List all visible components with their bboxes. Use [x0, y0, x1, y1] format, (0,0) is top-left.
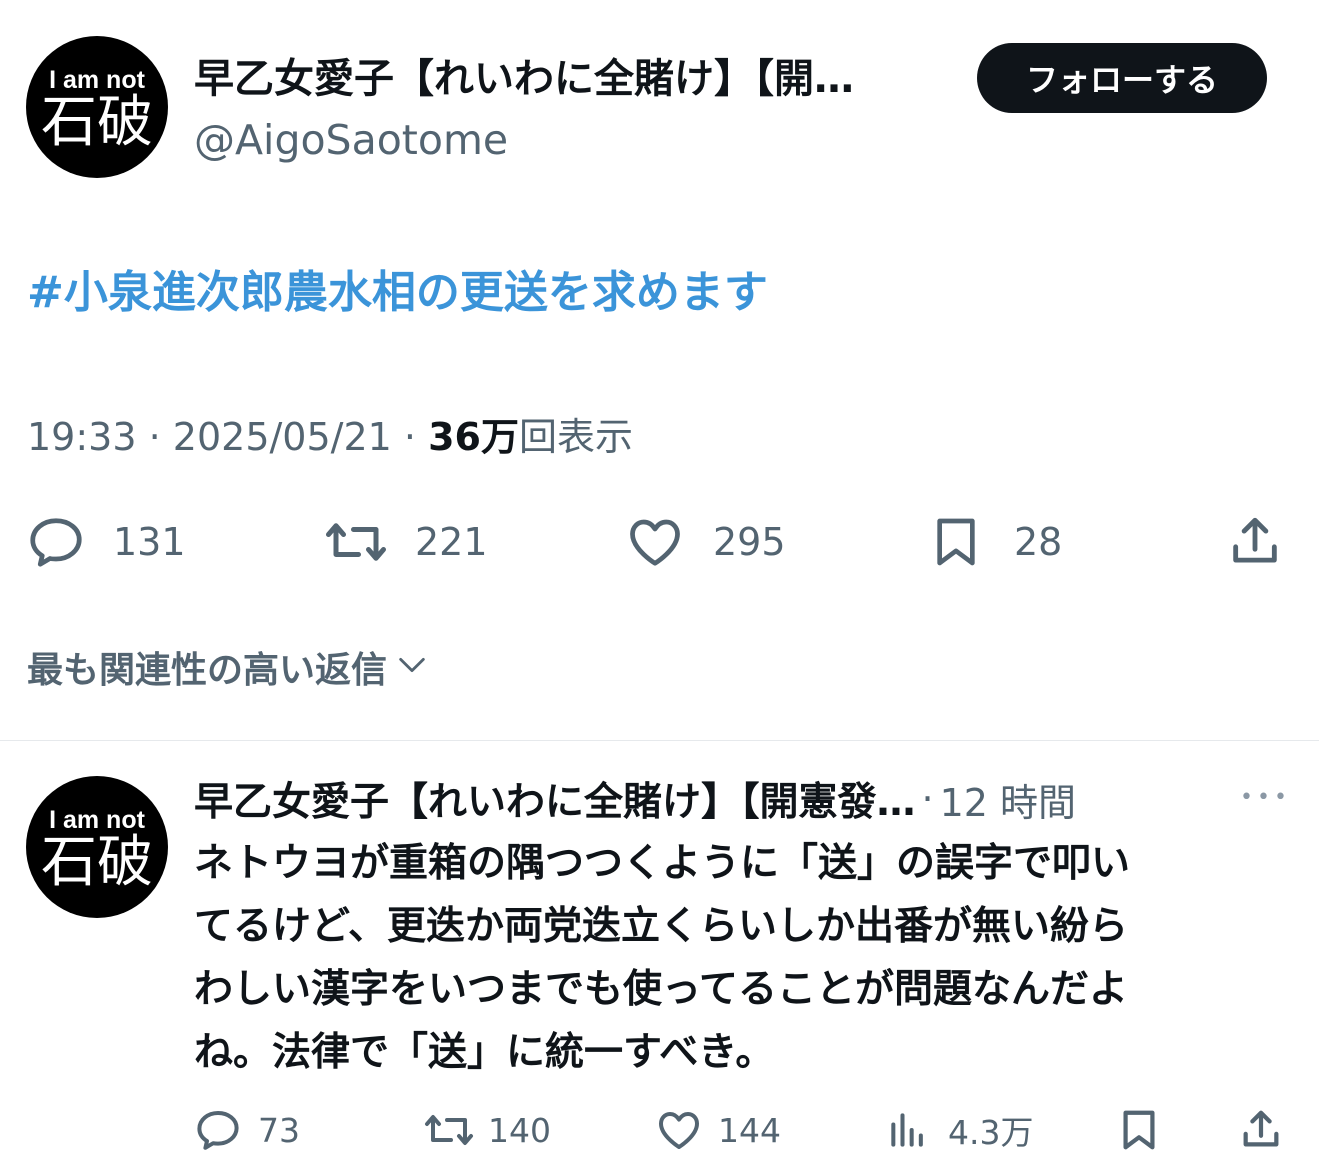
reply-time[interactable]: 12 時間 — [940, 772, 1076, 827]
tweet-date[interactable]: 2025/05/21 — [173, 415, 392, 459]
retweet-count: 221 — [415, 520, 488, 564]
like-button[interactable]: 295 — [624, 512, 786, 572]
reply-text-line: てるけど、更迭か両党迭立くらいしか出番が無い紛ら — [194, 904, 1129, 949]
views-count: 4.3万 — [948, 1113, 1034, 1152]
more-options-icon[interactable]: ••• — [1240, 778, 1291, 818]
reply-sort-label: 最も関連性の高い返信 — [27, 650, 388, 691]
tweet-meta: 19:33 · 2025/05/21 · 36万回表示 — [27, 412, 633, 462]
share-button[interactable] — [1226, 512, 1284, 572]
reply-count: 73 — [258, 1110, 300, 1150]
chevron-down-icon — [395, 648, 429, 686]
reply-button[interactable]: 131 — [26, 512, 186, 572]
reply-retweet-button[interactable]: 140 — [422, 1106, 551, 1154]
reply-views-button[interactable]: 4.3万 — [886, 1106, 1033, 1154]
views-icon — [886, 1106, 930, 1154]
bookmark-button[interactable]: 28 — [928, 512, 1062, 572]
meta-separator: · — [148, 415, 161, 459]
follow-button[interactable]: フォローする — [977, 43, 1267, 113]
author-display-name[interactable]: 早乙女愛子【れいわに全賭け】【開… — [194, 52, 919, 106]
reply-icon — [26, 512, 86, 572]
meta-separator: · — [403, 415, 417, 459]
bookmark-icon — [1116, 1106, 1162, 1154]
bookmark-icon — [928, 512, 984, 572]
reply-count: 131 — [113, 520, 186, 564]
reply-text-line: ね。法律で「送」に統一すべき。 — [194, 1030, 775, 1075]
reply-like-button[interactable]: 144 — [654, 1106, 781, 1154]
reply-text-line: わしい漢字をいつまでも使ってることが問題なんだよ — [194, 967, 1129, 1012]
like-count: 295 — [713, 520, 786, 564]
like-count: 144 — [718, 1110, 781, 1150]
avatar-text-top: I am not — [49, 805, 145, 834]
views-count: 36万 — [428, 415, 519, 459]
reply-bookmark-button[interactable] — [1116, 1106, 1162, 1154]
section-divider — [0, 740, 1319, 741]
hashtag-link[interactable]: #小泉進次郎農水相の更送を求めます — [27, 262, 768, 324]
retweet-count: 140 — [488, 1110, 551, 1150]
reply-author-avatar[interactable]: I am not 石破 — [26, 776, 168, 918]
views-label: 回表示 — [519, 415, 634, 459]
author-avatar[interactable]: I am not 石破 — [26, 36, 168, 178]
author-handle[interactable]: @AigoSaotome — [194, 114, 508, 166]
retweet-icon — [323, 512, 389, 572]
avatar-text-kanji: 石破 — [41, 829, 153, 895]
reply-text: ネトウヨが重箱の隅つつくように「送」の誤字で叩い てるけど、更迭か両党迭立くらい… — [194, 832, 1130, 1084]
avatar-text-top: I am not — [49, 65, 145, 94]
share-icon — [1238, 1106, 1284, 1154]
like-icon — [624, 512, 686, 572]
reply-sort-dropdown[interactable]: 最も関連性の高い返信 — [27, 640, 429, 694]
reply-share-button[interactable] — [1238, 1106, 1284, 1154]
reply-icon — [194, 1106, 242, 1154]
reply-header: 早乙女愛子【れいわに全賭け】【開憲發… · 12 時間 — [194, 772, 1194, 826]
reply-separator: · — [921, 777, 934, 821]
avatar-text-kanji: 石破 — [41, 89, 153, 155]
retweet-button[interactable]: 221 — [323, 512, 488, 572]
reply-author-name[interactable]: 早乙女愛子【れいわに全賭け】【開憲發… — [194, 771, 916, 827]
like-icon — [654, 1106, 704, 1154]
tweet-time[interactable]: 19:33 — [27, 415, 137, 459]
bookmark-count: 28 — [1014, 520, 1063, 564]
reply-reply-button[interactable]: 73 — [194, 1106, 300, 1154]
reply-text-line: ネトウヨが重箱の隅つつくように「送」の誤字で叩い — [194, 841, 1131, 886]
share-icon — [1226, 512, 1284, 572]
retweet-icon — [422, 1106, 476, 1154]
